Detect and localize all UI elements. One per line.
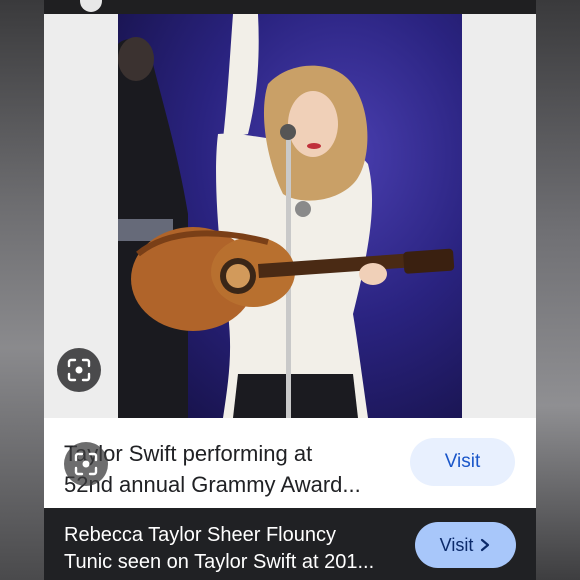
lens-search-button[interactable]: [57, 348, 101, 392]
chevron-right-icon: [481, 538, 490, 552]
caption-line-1: Taylor Swift performing at: [64, 441, 313, 466]
concert-photo-illustration: [118, 14, 455, 418]
image-result-card[interactable]: Taylor Swift performing at 52nd annual G…: [44, 14, 536, 508]
related-result-title[interactable]: Rebecca Taylor Sheer Flouncy Tunic seen …: [64, 522, 394, 576]
lens-search-icon: [67, 358, 91, 382]
blurred-backdrop-right: [536, 0, 580, 580]
visit-button[interactable]: Visit: [410, 438, 515, 486]
related-result-bar[interactable]: Rebecca Taylor Sheer Flouncy Tunic seen …: [44, 508, 536, 580]
visit-button-label: Visit: [444, 451, 481, 472]
related-visit-button[interactable]: Visit: [415, 522, 516, 568]
top-bar: [44, 0, 536, 14]
related-line-1: Rebecca Taylor Sheer Flouncy: [64, 524, 336, 546]
profile-indicator: [80, 0, 102, 12]
result-caption[interactable]: Taylor Swift performing at 52nd annual G…: [64, 438, 394, 500]
lens-search-icon: [74, 452, 98, 476]
blurred-backdrop-left: [0, 0, 44, 580]
caption-line-2: 52nd annual Grammy Award...: [64, 472, 361, 497]
related-line-2: Tunic seen on Taylor Swift at 201...: [64, 551, 375, 573]
result-image[interactable]: [118, 14, 462, 418]
caption-lens-overlay-button[interactable]: [64, 442, 108, 486]
related-visit-label: Visit: [439, 534, 474, 555]
